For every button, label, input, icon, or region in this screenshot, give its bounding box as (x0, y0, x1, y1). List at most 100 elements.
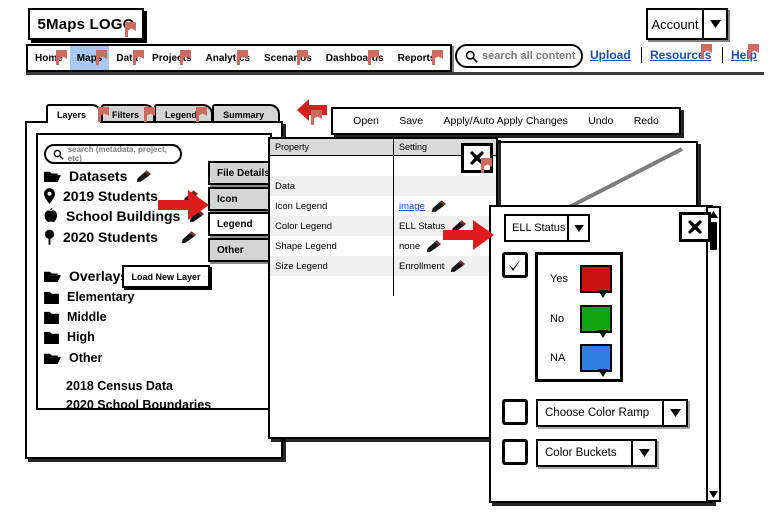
tab-layers[interactable]: Layers (46, 104, 103, 123)
table-row[interactable]: Size Legend Enrollment (270, 256, 496, 276)
list-item[interactable]: Overlays (44, 266, 128, 286)
chevron-down-icon[interactable] (702, 10, 726, 38)
list-item[interactable]: 2020 Students (44, 227, 196, 247)
header-divider (26, 72, 764, 75)
nav-label: Projects (152, 52, 192, 64)
sidebutton-other[interactable]: Other (208, 238, 274, 262)
color-ramp-checkbox[interactable] (502, 399, 528, 425)
toolbar-open-button[interactable]: Open (353, 115, 379, 127)
close-property-window-button[interactable] (461, 143, 493, 173)
table-row[interactable]: Data (270, 176, 496, 196)
edit-pencil-icon[interactable] (135, 169, 152, 183)
legend-dialog-scrollbar[interactable] (706, 206, 721, 502)
lollipop-pin-icon (44, 229, 55, 245)
sidebutton-label: Icon (217, 193, 238, 205)
open-folder-icon (44, 171, 61, 182)
nav-item-scenarios[interactable]: Scenarios (257, 46, 319, 70)
legend-color-swatch-no[interactable] (580, 305, 612, 338)
legend-category-row[interactable]: Yes (550, 265, 612, 298)
toolbar-undo-button[interactable]: Undo (588, 115, 613, 127)
legend-color-swatch-na[interactable] (580, 344, 612, 377)
table-row (270, 276, 496, 296)
load-new-layer-button[interactable]: Load New Layer (122, 265, 210, 288)
close-legend-dialog-button[interactable] (679, 212, 711, 242)
legend-category-row[interactable]: NA (550, 344, 612, 377)
cell-property (270, 156, 394, 176)
legend-enable-checkbox[interactable] (502, 252, 528, 278)
nav-item-projects[interactable]: Projects (145, 46, 198, 70)
upload-link[interactable]: Upload (590, 48, 631, 62)
toolbar-apply-button[interactable]: Apply/Auto Apply Changes (444, 115, 568, 127)
legend-color-swatch-yes[interactable] (580, 265, 612, 298)
scrollbar-thumb[interactable] (710, 222, 717, 250)
color-buckets-select[interactable]: Color Buckets (536, 439, 657, 467)
list-item-label: 2020 School Boundaries (66, 398, 212, 411)
account-menu[interactable]: Account (646, 8, 728, 40)
color-buckets-checkbox[interactable] (502, 439, 528, 465)
table-row[interactable]: Icon Legend image (270, 196, 496, 216)
nav-item-reports[interactable]: Reports (391, 46, 443, 70)
legend-field-select[interactable]: ELL Status (504, 214, 590, 242)
edit-pencil-icon[interactable] (449, 259, 466, 273)
divider (722, 47, 723, 63)
edit-pencil-icon[interactable] (180, 230, 196, 244)
nav-item-data[interactable]: Data (109, 46, 145, 70)
sidebutton-icon[interactable]: Icon (208, 187, 274, 211)
chevron-down-icon[interactable] (631, 441, 655, 465)
close-icon (688, 220, 702, 234)
list-item[interactable]: Other (44, 348, 102, 368)
scroll-down-icon[interactable] (708, 488, 719, 500)
cell-property (270, 276, 394, 296)
help-link[interactable]: Help (731, 48, 757, 62)
main-navigation[interactable]: Home Maps Data Projects Analytics Scenar… (26, 44, 452, 72)
closed-folder-icon (44, 311, 59, 324)
nav-label: Reports (397, 52, 436, 64)
legend-category-label: NA (550, 352, 566, 364)
annotation-arrow-right-icon (158, 190, 209, 220)
checkmark-icon (509, 259, 521, 271)
nav-item-analytics[interactable]: Analytics (199, 46, 257, 70)
open-folder-icon (44, 353, 61, 364)
nav-item-dashboards[interactable]: Dashboards (319, 46, 391, 70)
color-buckets-label: Color Buckets (545, 447, 617, 459)
list-item[interactable]: Datasets (44, 166, 152, 186)
cell-setting[interactable]: Enrollment (394, 256, 496, 276)
list-item[interactable]: High (44, 327, 95, 347)
sidebutton-file-details[interactable]: File Details (208, 161, 274, 185)
list-item[interactable]: 2018 Census Data (66, 376, 173, 396)
legend-property-window: Property Setting Data Icon Legend image … (268, 137, 498, 439)
list-item[interactable]: Middle (44, 307, 107, 327)
resources-link[interactable]: Resources (650, 48, 711, 62)
nav-item-maps[interactable]: Maps (69, 46, 110, 70)
list-item[interactable]: 2020 School Boundaries (66, 398, 211, 411)
app-logo-text: 5Maps LOGO (37, 15, 135, 33)
closed-folder-icon (44, 291, 59, 304)
setting-link[interactable]: image (399, 201, 425, 212)
toolbar-redo-button[interactable]: Redo (634, 115, 659, 127)
sidebutton-legend[interactable]: Legend (208, 212, 274, 236)
panel-tab-strip[interactable]: Layers Filters Legend Summary (46, 103, 281, 123)
color-ramp-select[interactable]: Choose Color Ramp (536, 399, 688, 427)
app-logo[interactable]: 5Maps LOGO (28, 8, 144, 40)
tab-label: Legend (165, 109, 198, 120)
map-pin-icon (44, 188, 55, 204)
nav-item-home[interactable]: Home (28, 46, 70, 70)
edit-pencil-icon[interactable] (430, 199, 446, 213)
toolbar-save-button[interactable]: Save (399, 115, 423, 127)
edit-pencil-icon[interactable] (425, 239, 442, 253)
legend-category-row[interactable]: No (550, 305, 612, 338)
cell-setting[interactable]: image (394, 196, 496, 216)
cell-property: Shape Legend (270, 236, 394, 256)
closed-folder-icon (44, 331, 59, 344)
sidebutton-label: Other (217, 244, 244, 256)
chevron-down-icon[interactable] (567, 216, 588, 240)
map-toolbar[interactable]: Open Save Apply/Auto Apply Changes Undo … (331, 107, 681, 135)
layer-search-input[interactable]: search (metadata, project, etc) (44, 144, 182, 164)
list-item[interactable]: Elementary (44, 287, 134, 307)
cell-property: Size Legend (270, 256, 394, 276)
column-header-property: Property (270, 139, 394, 155)
chevron-down-icon[interactable] (662, 401, 686, 425)
global-search-input[interactable]: search all content (455, 44, 583, 68)
nav-label: Home (35, 52, 63, 64)
color-ramp-label: Choose Color Ramp (545, 407, 650, 419)
